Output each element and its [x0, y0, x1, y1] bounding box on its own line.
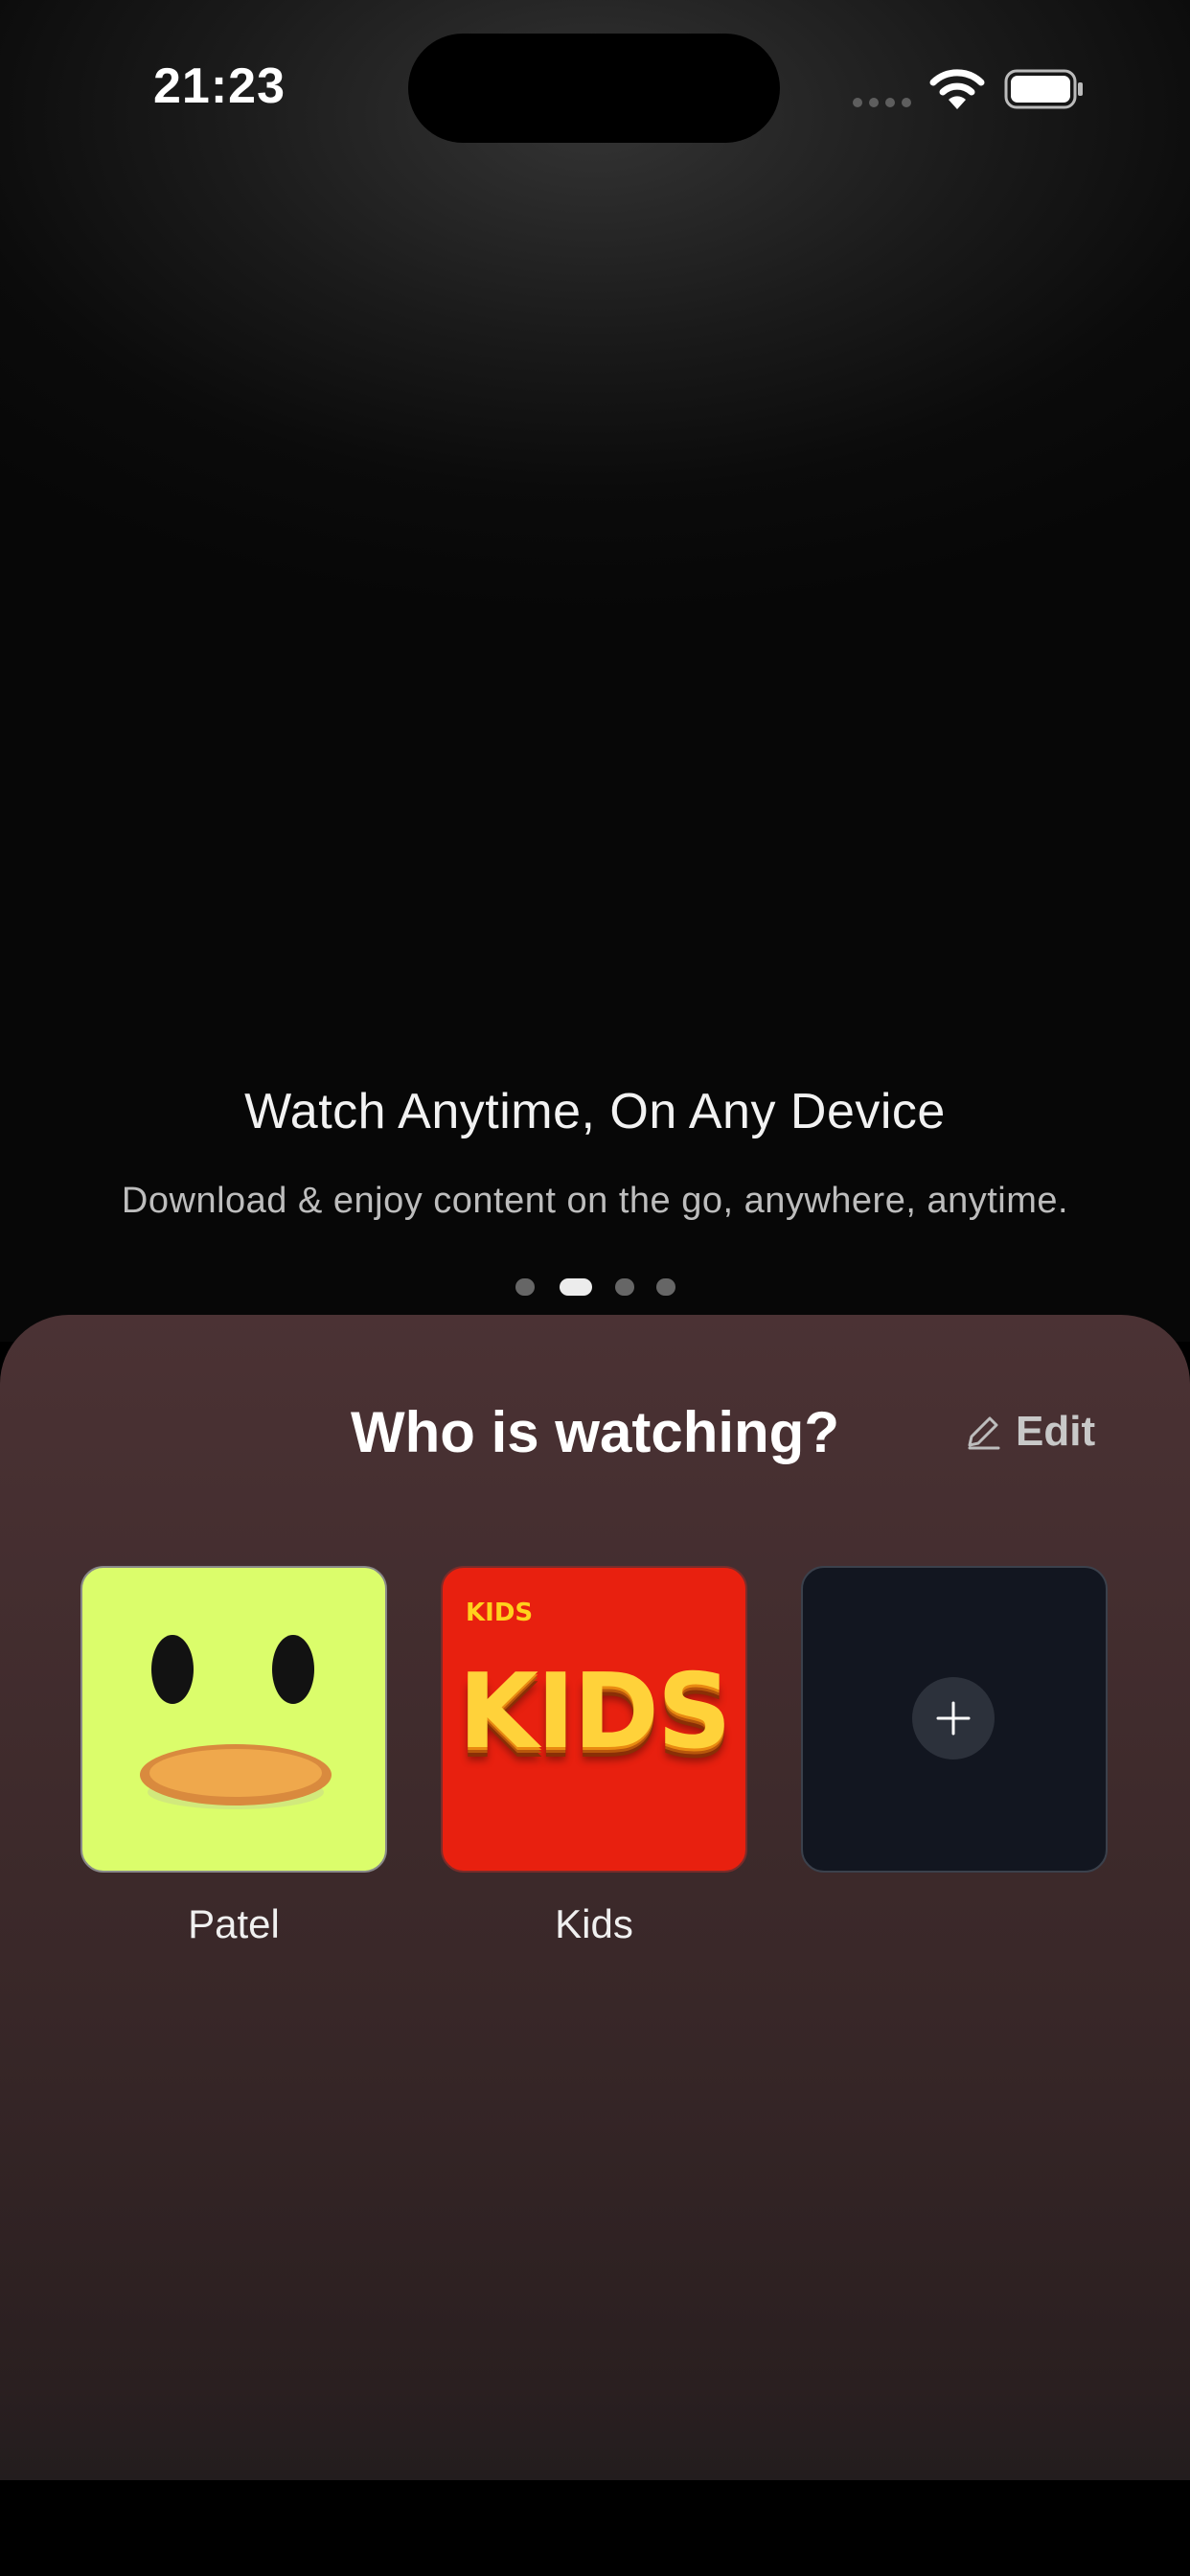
kids-logo-avatar[interactable]: KIDS KIDS: [441, 1566, 747, 1873]
pagination-dot[interactable]: [656, 1278, 675, 1296]
pagination-dot-active[interactable]: [560, 1278, 592, 1296]
add-profile-circle[interactable]: [912, 1677, 995, 1760]
hero-banner: 21:23 Watch Anytime, On Any Device Downl…: [0, 0, 1190, 1342]
pagination-dot[interactable]: [615, 1278, 634, 1296]
home-indicator-area: [0, 2480, 1190, 2576]
plus-icon: [936, 1701, 971, 1736]
avatar-eye: [272, 1635, 314, 1704]
profile-selection-sheet: Who is watching? Edit Patel KIDS KIDS Ki…: [0, 1315, 1190, 2480]
avatar-eye: [151, 1635, 194, 1704]
kids-logo-text: KIDS: [458, 1652, 731, 1772]
profile-kids[interactable]: KIDS KIDS Kids: [441, 1566, 747, 1947]
status-time: 21:23: [153, 58, 286, 114]
profile-name: Kids: [555, 1901, 633, 1946]
dynamic-island: [408, 34, 780, 143]
profile-patel[interactable]: Patel: [80, 1566, 387, 1947]
hero-title: Watch Anytime, On Any Device: [244, 1084, 946, 1139]
pagination-dot[interactable]: [515, 1278, 535, 1296]
kids-badge-text: KIDS: [466, 1598, 534, 1627]
hero-subtitle: Download & enjoy content on the go, anyw…: [121, 1181, 1069, 1221]
battery-icon: [1004, 69, 1083, 109]
profile-name: Patel: [188, 1901, 280, 1946]
edit-label: Edit: [1016, 1408, 1096, 1455]
add-profile[interactable]: [801, 1566, 1108, 1873]
edit-profiles-button[interactable]: Edit: [962, 1403, 1095, 1460]
add-profile-button[interactable]: [801, 1566, 1108, 1873]
wifi-icon: [929, 69, 985, 109]
cellular-signal-icon: [853, 98, 912, 109]
pencil-icon: [968, 1416, 1000, 1450]
avatar-beak: [140, 1744, 332, 1809]
duck-face-avatar[interactable]: [80, 1566, 387, 1873]
carousel-pagination[interactable]: [0, 1276, 1190, 1296]
